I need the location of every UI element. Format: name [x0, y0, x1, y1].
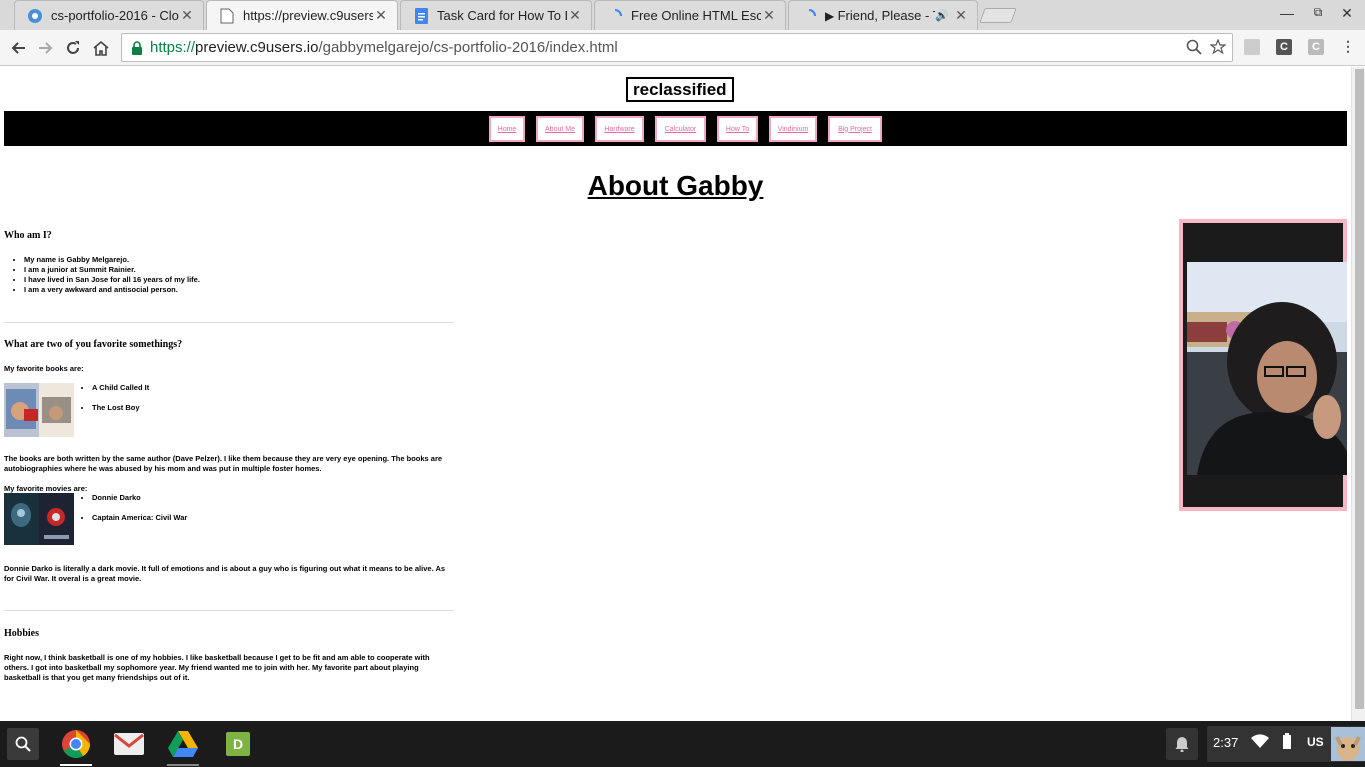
tab-title: Free Online HTML Escap — [631, 8, 761, 23]
avatar[interactable] — [1331, 727, 1365, 761]
loading-icon — [607, 8, 623, 24]
list-item: The Lost Boy — [92, 403, 149, 413]
menu-icon[interactable]: ⋮ — [1340, 39, 1356, 55]
books-list: A Child Called It The Lost Boy — [72, 383, 149, 413]
list-item: I am a very awkward and antisocial perso… — [24, 285, 200, 295]
movies-image — [4, 493, 74, 545]
back-icon[interactable] — [7, 37, 29, 59]
close-icon[interactable]: ✕ — [179, 7, 195, 24]
clock[interactable]: 2:37 — [1213, 735, 1238, 750]
hobbies-text: Right now, I think basketball is one of … — [4, 653, 430, 682]
extension-c-icon[interactable]: C — [1276, 39, 1292, 55]
tab-task-card[interactable]: Task Card for How To Pa ✕ — [400, 0, 592, 30]
list-item: I am a junior at Summit Rainier. — [24, 265, 200, 275]
maximize-icon[interactable]: ⧉ — [1308, 5, 1328, 20]
extension-c-gray-icon[interactable]: C — [1308, 39, 1324, 55]
cloud9-icon — [27, 8, 43, 24]
divider — [4, 610, 454, 611]
who-list: My name is Gabby Melgarejo. I am a junio… — [4, 255, 200, 295]
minimize-icon[interactable]: — — [1277, 5, 1297, 21]
who-title: Who am I? — [4, 230, 52, 241]
loading-icon — [801, 8, 817, 24]
os-shelf: D 2:37 US — [0, 721, 1365, 767]
docs-icon — [413, 7, 429, 24]
tab-title: ▶ Friend, Please - Tw — [825, 8, 935, 23]
profile-photo-frame — [1179, 219, 1347, 511]
close-icon[interactable]: ✕ — [373, 7, 389, 24]
list-item: Donnie Darko — [92, 493, 187, 503]
close-icon[interactable]: ✕ — [567, 7, 583, 24]
movies-list: Donnie Darko Captain America: Civil War — [72, 493, 187, 523]
drive-icon[interactable] — [167, 728, 199, 760]
close-icon[interactable]: ✕ — [761, 7, 777, 24]
tab-cloud9[interactable]: cs-portfolio-2016 - Cloud ✕ — [14, 0, 204, 30]
books-text: The books are both written by the same a… — [4, 454, 443, 473]
page-scrollbar[interactable] — [1351, 67, 1365, 721]
tab-friend-please[interactable]: ▶ Friend, Please - Tw 🔊 ✕ — [788, 0, 978, 30]
close-icon[interactable]: ✕ — [953, 7, 969, 24]
tab-title: cs-portfolio-2016 - Cloud — [51, 8, 179, 23]
active-app-indicator — [60, 764, 92, 766]
movies-text: Donnie Darko is literally a dark movie. … — [4, 564, 446, 583]
lock-icon — [132, 40, 142, 55]
gmail-icon[interactable] — [113, 728, 145, 760]
home-icon[interactable] — [90, 37, 112, 59]
running-app-indicator — [167, 764, 199, 766]
books-image — [4, 383, 74, 437]
wifi-icon — [1251, 734, 1269, 753]
docs-app-icon[interactable]: D — [226, 732, 250, 756]
nav-about-me[interactable]: About Me — [536, 116, 584, 142]
page-title: About Gabby — [587, 170, 764, 201]
window-close-icon[interactable]: ✕ — [1337, 5, 1357, 22]
page-viewport: reclassified Home About Me Hardware Calc… — [0, 67, 1351, 721]
nav-hardware[interactable]: Hardware — [595, 116, 644, 142]
battery-icon — [1283, 733, 1291, 754]
site-navbar: Home About Me Hardware Calculator How To… — [4, 111, 1347, 146]
nav-vindinium[interactable]: Vindinium — [769, 116, 817, 142]
reload-icon[interactable] — [62, 37, 84, 59]
tab-title: Task Card for How To Pa — [437, 8, 567, 23]
favorites-title: What are two of you favorite somethings? — [4, 339, 183, 350]
address-bar[interactable]: https://preview.c9users.io/gabbymelgarej… — [121, 33, 1233, 62]
search-icon[interactable] — [7, 728, 39, 760]
scrollbar-thumb[interactable] — [1355, 69, 1364, 709]
browser-toolbar: https://preview.c9users.io/gabbymelgarej… — [0, 30, 1365, 66]
chrome-icon[interactable] — [60, 728, 92, 760]
list-item: My name is Gabby Melgarejo. — [24, 255, 200, 265]
forward-icon[interactable] — [35, 37, 57, 59]
list-item: A Child Called It — [92, 383, 149, 393]
hobbies-title: Hobbies — [4, 628, 40, 639]
speaker-icon: 🔊 — [935, 10, 949, 22]
profile-photo — [1187, 262, 1347, 475]
bookmark-star-icon[interactable] — [1210, 39, 1226, 55]
site-logo[interactable]: reclassified — [626, 77, 734, 102]
nav-how-to[interactable]: How To — [717, 116, 758, 142]
new-tab-button[interactable] — [979, 8, 1017, 23]
list-item: I have lived in San Jose for all 16 year… — [24, 275, 200, 285]
tab-html-escape[interactable]: Free Online HTML Escap ✕ — [594, 0, 786, 30]
tab-strip: cs-portfolio-2016 - Cloud ✕ https://prev… — [0, 0, 1365, 30]
keyboard-language[interactable]: US — [1307, 735, 1324, 749]
divider — [4, 322, 454, 323]
nav-calculator[interactable]: Calculator — [655, 116, 706, 142]
url-text: https://preview.c9users.io/gabbymelgarej… — [150, 39, 618, 56]
extension-icon[interactable] — [1244, 39, 1260, 55]
zoom-icon[interactable] — [1186, 39, 1202, 55]
page-icon — [219, 8, 235, 24]
list-item: Captain America: Civil War — [92, 513, 187, 523]
nav-home[interactable]: Home — [489, 116, 525, 142]
nav-big-project[interactable]: Big Project — [828, 116, 882, 142]
books-label: My favorite books are: — [4, 364, 84, 373]
tab-title: https://preview.c9users.i — [243, 8, 373, 23]
notification-bell-icon[interactable] — [1166, 728, 1198, 760]
tab-preview[interactable]: https://preview.c9users.i ✕ — [206, 0, 398, 30]
